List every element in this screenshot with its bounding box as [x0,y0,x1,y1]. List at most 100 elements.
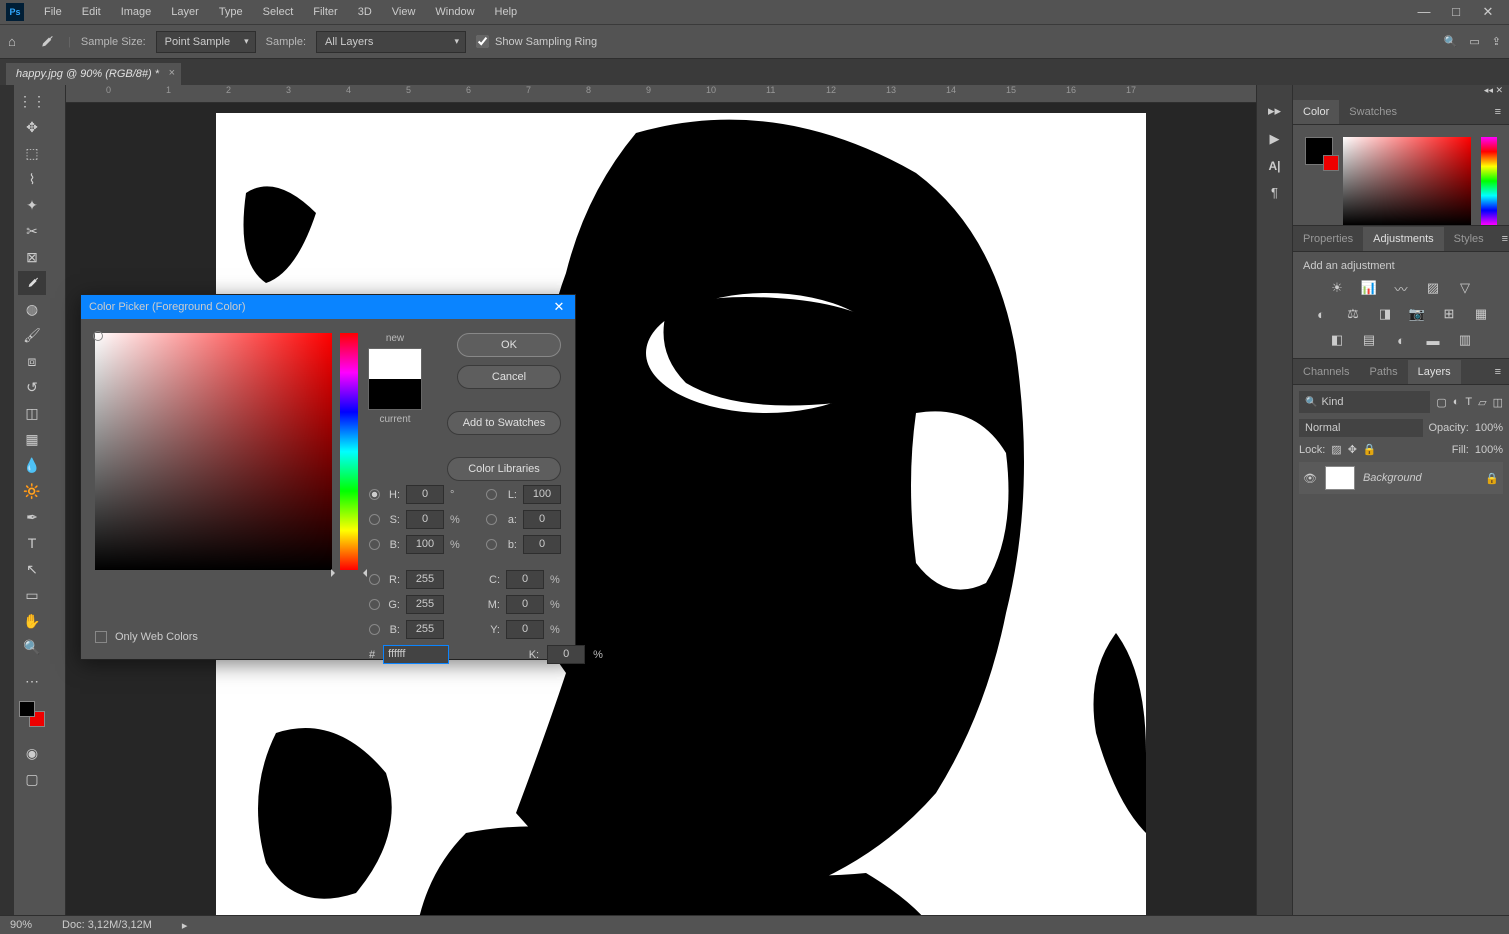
input-h[interactable]: 0 [406,485,444,504]
input-k[interactable]: 0 [547,645,585,664]
dialog-titlebar[interactable]: Color Picker (Foreground Color) ✕ [81,295,575,319]
panel-collapse[interactable]: ◂◂ ✕ [1293,85,1509,99]
gradient-map-icon[interactable]: ▬ [1422,330,1444,350]
maximize-icon[interactable]: □ [1449,4,1463,20]
history-brush-tool[interactable]: ↺ [18,375,46,399]
input-y[interactable]: 0 [506,620,544,639]
color-balance-icon[interactable]: ⚖ [1342,304,1364,324]
photo-filter-icon[interactable]: 📷 [1406,304,1428,324]
radio-s[interactable] [369,514,380,525]
lock-pixels-icon[interactable]: ▨ [1331,443,1341,456]
selective-color-icon[interactable]: ▥ [1454,330,1476,350]
search-icon[interactable]: 🔍 [1444,35,1458,48]
input-s[interactable]: 0 [406,510,444,529]
menu-edit[interactable]: Edit [72,2,111,22]
threshold-icon[interactable]: ◐ [1390,330,1412,350]
document-tab[interactable]: happy.jpg @ 90% (RGB/8#) * [6,63,181,85]
radio-l[interactable] [486,489,497,500]
current-color-swatch[interactable] [369,379,421,409]
status-arrow[interactable]: ▸ [182,919,188,932]
only-web-colors-checkbox[interactable]: Only Web Colors [95,631,198,643]
exposure-icon[interactable]: ▨ [1422,278,1444,298]
healing-brush-tool[interactable]: ◍ [18,297,46,321]
menu-select[interactable]: Select [253,2,304,22]
input-g[interactable]: 255 [406,595,444,614]
input-r[interactable]: 255 [406,570,444,589]
input-bl[interactable]: 255 [406,620,444,639]
sample-size-dropdown[interactable]: Point Sample [156,31,256,53]
opacity-value[interactable]: 100% [1475,422,1503,434]
dock-collapse-icon[interactable]: ▸▸ [1268,103,1281,119]
edit-toolbar-icon[interactable]: ⋯ [18,669,46,693]
menu-3d[interactable]: 3D [348,2,382,22]
panel-menu-icon[interactable]: ≡ [1487,106,1509,118]
input-bb[interactable]: 0 [523,535,561,554]
show-ring-check[interactable] [476,35,489,48]
screen-mode-icon[interactable]: ▢ [18,767,46,791]
hex-input[interactable]: ffffff [383,645,449,664]
tool-handle[interactable]: ⋮⋮ [18,89,46,113]
eraser-tool[interactable]: ◫ [18,401,46,425]
tab-layers[interactable]: Layers [1408,360,1461,384]
radio-bb[interactable] [486,539,497,550]
radio-h[interactable] [369,489,380,500]
zoom-level[interactable]: 90% [10,919,32,931]
type-tool[interactable]: T [18,531,46,555]
saturation-field[interactable] [95,333,332,570]
workspace-icon[interactable]: ▭ [1469,35,1479,48]
menu-help[interactable]: Help [485,2,528,22]
brush-tool[interactable]: 🖌 [18,323,46,347]
tab-properties[interactable]: Properties [1293,227,1363,251]
visibility-icon[interactable]: 👁 [1303,472,1317,485]
filter-adj-icon[interactable]: ◐ [1453,396,1460,408]
blur-tool[interactable]: 💧 [18,453,46,477]
color-libraries-button[interactable]: Color Libraries [447,457,561,481]
tab-paths[interactable]: Paths [1359,360,1407,384]
ok-button[interactable]: OK [457,333,561,357]
menu-file[interactable]: File [34,2,72,22]
dodge-tool[interactable]: 🔆 [18,479,46,503]
crop-tool[interactable]: ✂ [18,219,46,243]
saturation-indicator[interactable] [93,331,103,341]
character-icon[interactable]: A| [1268,159,1280,173]
lock-position-icon[interactable]: ✥ [1348,443,1357,456]
frame-tool[interactable]: ⊠ [18,245,46,269]
radio-g[interactable] [369,599,380,610]
input-a[interactable]: 0 [523,510,561,529]
tab-channels[interactable]: Channels [1293,360,1359,384]
brightness-icon[interactable]: ☀ [1326,278,1348,298]
radio-a[interactable] [486,514,497,525]
radio-bl[interactable] [369,624,380,635]
tab-color[interactable]: Color [1293,100,1339,124]
filter-image-icon[interactable]: ▢ [1436,396,1446,409]
input-c[interactable]: 0 [506,570,544,589]
foreground-color-swatch[interactable] [19,701,35,717]
menu-image[interactable]: Image [111,2,162,22]
show-sampling-ring-checkbox[interactable]: Show Sampling Ring [476,35,597,48]
channel-mixer-icon[interactable]: ⊞ [1438,304,1460,324]
input-b[interactable]: 100 [406,535,444,554]
hue-sat-icon[interactable]: ◐ [1310,304,1332,324]
fill-value[interactable]: 100% [1475,444,1503,456]
clone-stamp-tool[interactable]: ⧈ [18,349,46,373]
layer-background[interactable]: 👁 Background 🔒 [1299,462,1503,494]
panel-menu-icon[interactable]: ≡ [1494,233,1509,245]
curves-icon[interactable]: 〰 [1390,278,1412,298]
radio-b[interactable] [369,539,380,550]
color-panel-field[interactable] [1343,137,1471,225]
eyedropper-tool[interactable] [18,271,46,295]
path-selection-tool[interactable]: ↖ [18,557,46,581]
menu-view[interactable]: View [382,2,426,22]
hue-indicator[interactable] [337,565,361,573]
checkbox-icon[interactable] [95,631,107,643]
filter-smart-icon[interactable]: ◫ [1493,396,1503,409]
quick-mask-icon[interactable]: ◉ [18,741,46,765]
close-icon[interactable]: ✕ [1481,4,1495,20]
rectangle-tool[interactable]: ▭ [18,583,46,607]
color-panel-swatch[interactable] [1305,137,1333,165]
blend-mode-dropdown[interactable]: Normal [1299,419,1423,437]
zoom-tool[interactable]: 🔍 [18,635,46,659]
input-l[interactable]: 100 [523,485,561,504]
minimize-icon[interactable]: — [1417,4,1431,20]
menu-filter[interactable]: Filter [303,2,347,22]
